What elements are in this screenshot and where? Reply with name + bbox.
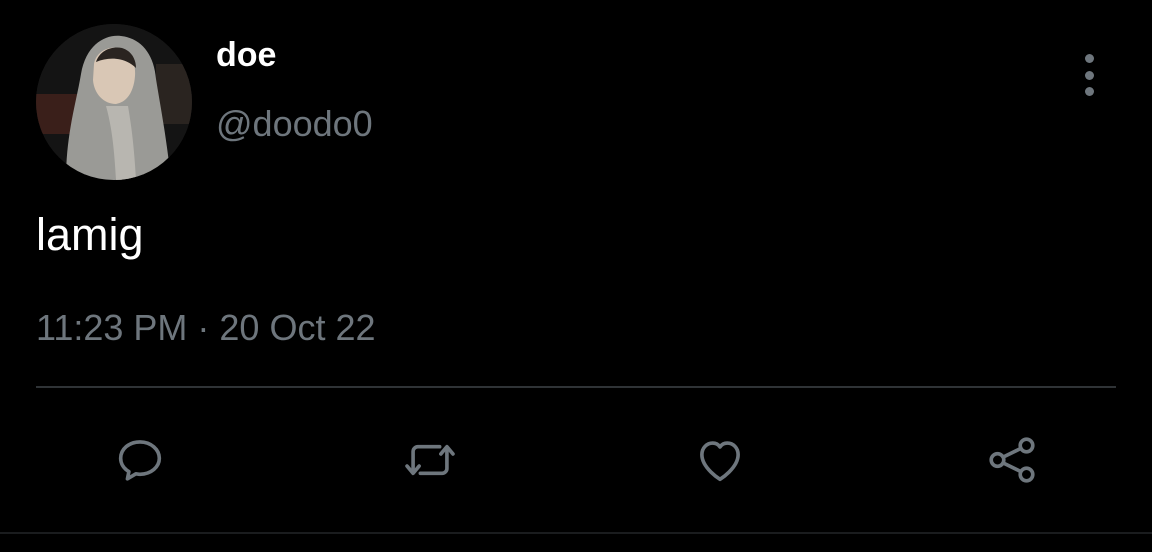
retweet-icon [405, 444, 455, 476]
divider [36, 386, 1116, 388]
like-button[interactable] [688, 428, 752, 492]
tweet-card: doe @doodo0 lamig 11:23 PM · 20 Oct 22 [0, 0, 1152, 552]
more-dot [1084, 54, 1094, 63]
more-dot [1084, 87, 1094, 96]
reply-icon [118, 440, 162, 481]
retweet-button[interactable] [398, 428, 462, 492]
share-button[interactable] [980, 428, 1044, 492]
more-dot [1084, 70, 1094, 80]
user-handle[interactable]: @doodo0 [216, 106, 373, 142]
reply-button[interactable] [108, 428, 172, 492]
bottom-divider [0, 532, 1152, 534]
heart-icon [700, 441, 740, 482]
more-options-icon[interactable] [1070, 54, 1108, 96]
avatar[interactable] [36, 24, 192, 180]
share-icon [989, 437, 1035, 483]
display-name[interactable]: doe [216, 38, 276, 72]
avatar-image [36, 24, 192, 180]
tweet-text: lamig [36, 209, 144, 260]
tweet-timestamp[interactable]: 11:23 PM · 20 Oct 22 [36, 310, 376, 346]
